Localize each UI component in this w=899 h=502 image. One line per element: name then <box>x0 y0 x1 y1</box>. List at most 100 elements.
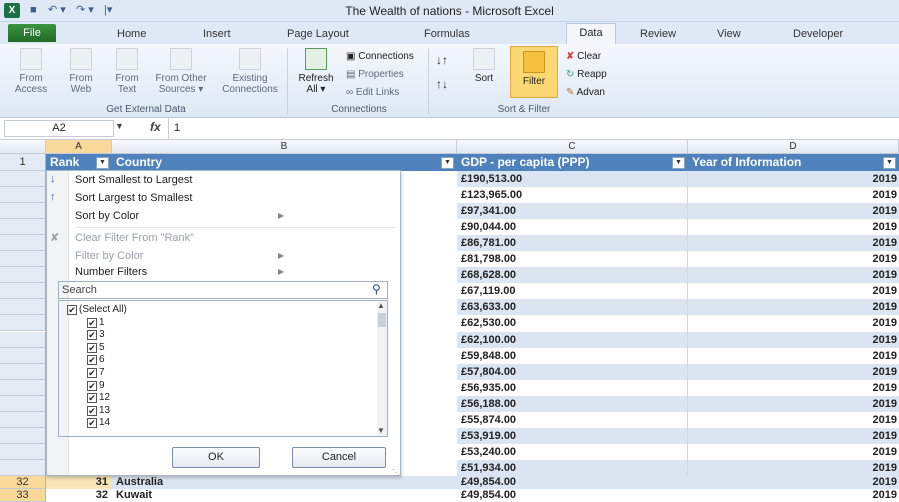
tab-view[interactable]: View <box>717 26 741 42</box>
resize-grip-icon[interactable]: ⋱ <box>392 468 400 477</box>
header-country[interactable]: Country <box>112 154 457 171</box>
cell-year[interactable]: 2019 <box>688 396 899 413</box>
checkbox-item[interactable]: ✔ 9 <box>87 379 105 392</box>
sort-z-a-icon[interactable]: ↑↓ <box>436 78 448 91</box>
header-gdp[interactable]: GDP - per capita (PPP) <box>457 154 688 171</box>
cell-gdp[interactable]: £63,633.00 <box>457 299 688 317</box>
filter-dropdown-country-icon[interactable]: ▼ <box>441 157 454 169</box>
insert-function-icon[interactable]: fx <box>150 120 161 134</box>
row-header[interactable] <box>0 395 46 412</box>
row-header[interactable]: 1 <box>0 154 46 171</box>
filter-search-input[interactable]: Search <box>58 281 388 299</box>
cell-year[interactable]: 2019 <box>688 315 899 332</box>
sort-button[interactable]: Sort <box>464 48 504 84</box>
checkbox-item[interactable]: ✔ 13 <box>87 404 110 417</box>
checkbox-item[interactable]: ✔ 14 <box>87 416 110 429</box>
cell-year[interactable]: 2019 <box>688 364 899 381</box>
from-text-button[interactable]: From Text <box>108 48 146 95</box>
row-header[interactable] <box>0 235 46 252</box>
scroll-thumb[interactable] <box>378 313 386 327</box>
filter-button[interactable]: Filter <box>510 46 558 98</box>
tab-formulas[interactable]: Formulas <box>424 26 470 42</box>
cell-gdp[interactable]: £51,934.00 <box>457 459 688 477</box>
scroll-up-icon[interactable]: ▲ <box>377 301 385 310</box>
checkbox-item[interactable]: ✔ 6 <box>87 353 105 366</box>
cell-gdp[interactable]: £190,513.00 <box>457 171 688 188</box>
row-header[interactable] <box>0 379 46 396</box>
row-header[interactable] <box>0 443 46 460</box>
row-header[interactable]: 33 <box>0 489 46 502</box>
checkbox-item[interactable]: ✔ 3 <box>87 328 105 341</box>
row-header[interactable] <box>0 363 46 380</box>
cell-year[interactable]: 2019 <box>688 251 899 268</box>
cell-year[interactable]: 2019 <box>688 283 899 300</box>
existing-connections-button[interactable]: Existing Connections <box>218 48 282 95</box>
cell-gdp[interactable]: £86,781.00 <box>457 235 688 253</box>
filter-active-year-icon[interactable]: ▼ <box>883 157 896 169</box>
cell-gdp[interactable]: £62,100.00 <box>457 331 688 349</box>
cell-year[interactable]: 2019 <box>688 299 899 316</box>
header-year[interactable]: Year of Information <box>688 154 899 171</box>
filter-dropdown-gdp-icon[interactable]: ▼ <box>672 157 685 169</box>
cell-rank[interactable]: 32 <box>46 489 112 502</box>
cell-country[interactable]: Kuwait <box>112 489 457 502</box>
sort-a-z-icon[interactable]: ↓↑ <box>436 54 448 67</box>
clear-filter-button[interactable]: ✘ Clear <box>566 50 601 63</box>
cell-gdp[interactable]: £67,119.00 <box>457 283 688 301</box>
cell-gdp[interactable]: £56,188.00 <box>457 395 688 413</box>
menu-sort-descending[interactable]: Sort Largest to Smallest <box>75 189 395 207</box>
cell-year[interactable]: 2019 <box>688 235 899 252</box>
cell-gdp[interactable]: £53,919.00 <box>457 427 688 445</box>
select-all-corner[interactable] <box>0 140 46 154</box>
cell-gdp[interactable]: £90,044.00 <box>457 219 688 237</box>
tab-data[interactable]: Data <box>566 23 616 44</box>
edit-links-button[interactable]: ∞ Edit Links <box>346 86 399 99</box>
cell-gdp[interactable]: £56,935.00 <box>457 379 688 397</box>
cell-gdp[interactable]: £49,854.00 <box>457 489 688 502</box>
checkbox-item[interactable]: ✔ 1 <box>87 316 105 329</box>
formula-input[interactable]: 1 <box>174 120 894 137</box>
cell-year[interactable]: 2019 <box>688 380 899 397</box>
cell-country[interactable]: Australia <box>112 476 457 489</box>
scroll-down-icon[interactable]: ▼ <box>377 426 385 435</box>
tab-insert[interactable]: Insert <box>203 26 231 42</box>
cell-gdp[interactable]: £123,965.00 <box>457 187 688 205</box>
cell-year[interactable]: 2019 <box>688 460 899 477</box>
row-header[interactable] <box>0 315 46 332</box>
row-header[interactable] <box>0 203 46 220</box>
name-box-dropdown-icon[interactable]: ▼ <box>115 121 124 131</box>
cell-gdp[interactable]: £55,874.00 <box>457 411 688 429</box>
checkbox-select-all[interactable]: ✔ (Select All) <box>67 303 127 316</box>
row-header[interactable] <box>0 299 46 316</box>
tab-review[interactable]: Review <box>640 26 676 42</box>
row-header[interactable] <box>0 251 46 268</box>
row-header[interactable] <box>0 171 46 187</box>
from-other-sources-button[interactable]: From Other Sources ▾ <box>150 48 212 95</box>
checkbox-item[interactable]: ✔ 5 <box>87 341 105 354</box>
checkbox-item[interactable]: ✔ 7 <box>87 366 105 379</box>
checkbox-item[interactable]: ✔ 12 <box>87 391 110 404</box>
cell-year[interactable]: 2019 <box>688 444 899 461</box>
advanced-button[interactable]: ✎ Advan <box>566 86 605 99</box>
cell-year[interactable]: 2019 <box>688 428 899 445</box>
column-header-b[interactable]: B <box>112 140 457 154</box>
cell-gdp[interactable]: £59,848.00 <box>457 347 688 365</box>
cell-gdp[interactable]: £68,628.00 <box>457 267 688 285</box>
cell-gdp[interactable]: £57,804.00 <box>457 363 688 381</box>
row-header[interactable] <box>0 283 46 300</box>
reapply-button[interactable]: ↻ Reapp <box>566 68 607 81</box>
row-header[interactable] <box>0 219 46 236</box>
cell-gdp[interactable]: £49,854.00 <box>457 476 688 489</box>
row-header[interactable] <box>0 187 46 204</box>
properties-button[interactable]: ▤ Properties <box>346 68 404 81</box>
row-header[interactable] <box>0 459 46 476</box>
connections-button[interactable]: ▣ Connections <box>346 50 414 63</box>
ok-button[interactable]: OK <box>172 447 260 468</box>
cell-gdp[interactable]: £97,341.00 <box>457 203 688 221</box>
cell-year[interactable]: 2019 <box>688 171 899 188</box>
column-header-a[interactable]: A <box>46 140 112 154</box>
cell-year[interactable]: 2019 <box>688 187 899 204</box>
cell-year[interactable]: 2019 <box>688 219 899 236</box>
cell-year[interactable]: 2019 <box>688 489 899 502</box>
cell-year[interactable]: 2019 <box>688 203 899 220</box>
